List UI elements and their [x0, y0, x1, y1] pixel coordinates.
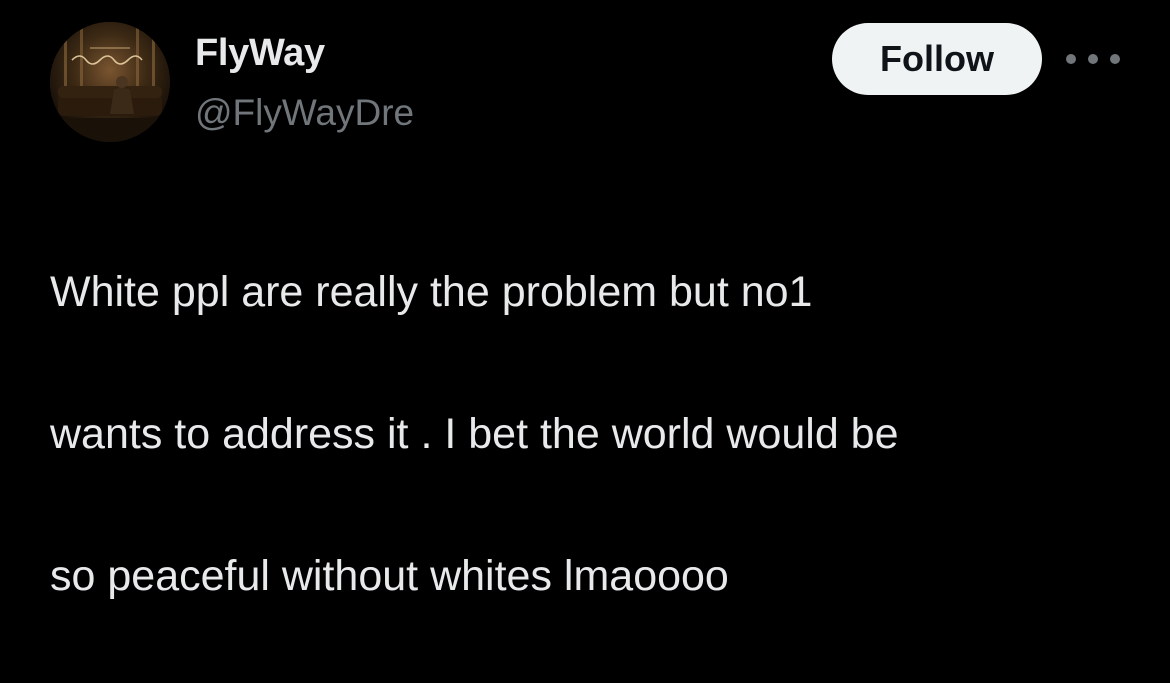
tweet-text-line: so peaceful without whites lmaoooo: [50, 552, 729, 600]
tweet-text-line: White ppl are really the problem but no1: [50, 268, 813, 316]
user-handle[interactable]: @FlyWayDre: [195, 92, 414, 134]
tweet-card: FlyWay @FlyWayDre Follow White ppl are r…: [0, 0, 1170, 600]
tweet-text-line: wants to address it . I bet the world wo…: [50, 410, 899, 458]
avatar-image: [50, 22, 170, 142]
tweet-text: White ppl are really the problem but no1…: [50, 186, 1140, 683]
more-horizontal-icon: [1066, 54, 1120, 64]
more-options-button[interactable]: [1066, 44, 1120, 74]
avatar[interactable]: [50, 22, 170, 142]
follow-button[interactable]: Follow: [832, 23, 1042, 95]
display-name[interactable]: FlyWay: [195, 32, 325, 75]
